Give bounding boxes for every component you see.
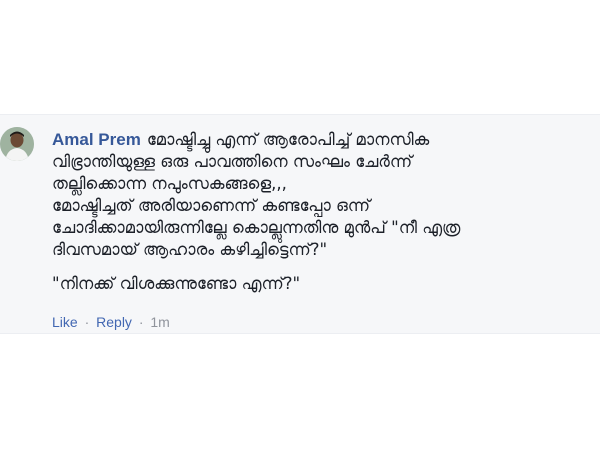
like-button[interactable]: Like (52, 314, 78, 330)
author-name[interactable]: Amal Prem (52, 130, 141, 149)
comment-text: Amal Prem മോഷ്ടിച്ചു എന്ന് ആരോപിച്ച് മാനസ… (52, 129, 592, 295)
comment-line: മോഷ്ടിച്ചു എന്ന് ആരോപിച്ച് മാനസിക (146, 130, 430, 149)
reply-button[interactable]: Reply (96, 314, 132, 330)
comment-line: മോഷ്ടിച്ചത് അരിയാണെന്ന് കണ്ടപ്പോ ഒന്ന് (52, 196, 371, 215)
comment: Amal Prem മോഷ്ടിച്ചു എന്ന് ആരോപിച്ച് മാനസ… (0, 114, 600, 334)
comment-line: തല്ലിക്കൊന്ന നപുംസകങ്ങളെ,,, (52, 174, 287, 193)
comment-actions: Like · Reply · 1m (52, 314, 170, 330)
separator: · (84, 314, 90, 330)
comment-line: ദിവസമായ് ആഹാരം കഴിച്ചിട്ടെന്ന്?" (52, 240, 328, 259)
comment-line: ചോദിക്കാമായിരുന്നില്ലേ കൊല്ലുന്നതിനു മുൻ… (52, 218, 461, 237)
avatar[interactable] (0, 127, 34, 161)
comment-line: വിഭ്രാന്തിയുള്ള ഒരു പാവത്തിനെ സംഘം ചേർന്… (52, 152, 413, 171)
comment-quote: "നിനക്ക് വിശക്കുന്നുണ്ടോ എന്ന്?" (52, 274, 301, 293)
timestamp[interactable]: 1m (150, 314, 169, 330)
avatar-photo-icon (0, 127, 34, 161)
separator: · (138, 314, 144, 330)
